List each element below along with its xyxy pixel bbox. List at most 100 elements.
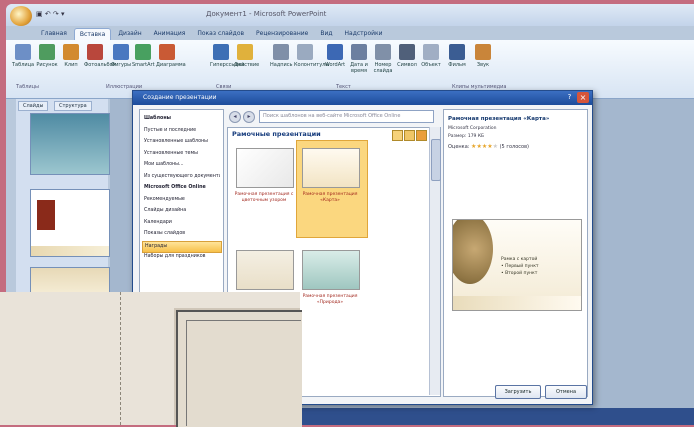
- category-item[interactable]: Слайды дизайна: [144, 206, 220, 216]
- sound-icon: [475, 44, 491, 60]
- preview-slide-text: Рамка с картой • Первый пункт • Второй п…: [501, 256, 539, 277]
- ribbon-button[interactable]: Фотоальбом: [84, 44, 116, 68]
- title-bar: ▣ ↶ ↷ ▾ Документ1 - Microsoft PowerPoint: [6, 4, 694, 26]
- ribbon-tab[interactable]: Вид: [315, 28, 337, 40]
- preview-rating: Оценка: ★★★★★ (5 голосов): [448, 143, 529, 150]
- shapes-icon: [113, 44, 129, 60]
- smartart-icon: [135, 44, 151, 60]
- category-item[interactable]: Рекомендуемые: [144, 195, 220, 205]
- ribbon-button-label: Звук: [476, 62, 490, 68]
- cancel-button[interactable]: Отмена: [545, 385, 587, 399]
- ribbon-button-label: Фильм: [448, 62, 466, 68]
- ribbon-tabs: Главная Вставка Дизайн Анимация Показ слайдо…: [36, 28, 388, 41]
- ribbon-tab[interactable]: Главная: [36, 28, 72, 40]
- ribbon-button-label: Рисунок: [36, 62, 58, 68]
- window-title: Документ1 - Microsoft PowerPoint: [206, 10, 327, 18]
- back-icon[interactable]: ◂: [229, 111, 241, 123]
- slide-thumbnail-1[interactable]: [30, 113, 110, 175]
- category-item[interactable]: Шаблоны: [144, 114, 220, 124]
- category-item[interactable]: Показы слайдов: [144, 229, 220, 239]
- ribbon-button[interactable]: WordArt: [324, 44, 346, 68]
- ribbon-button[interactable]: Колонтитулы: [294, 44, 329, 68]
- preview-source: Microsoft Corporation: [448, 126, 497, 131]
- ribbon-button-label: Надпись: [270, 62, 293, 68]
- office-button-icon[interactable]: [10, 6, 32, 26]
- datetime-icon: [351, 44, 367, 60]
- ribbon-tab[interactable]: Дизайн: [113, 28, 146, 40]
- ribbon-button[interactable]: Надпись: [270, 44, 293, 68]
- template-thumbnail[interactable]: [302, 250, 360, 290]
- category-item[interactable]: Установленные темы: [144, 149, 220, 159]
- preview-size: Размер: 179 КБ: [448, 134, 485, 139]
- ribbon-button[interactable]: Фигуры: [110, 44, 132, 68]
- download-button[interactable]: Загрузить: [495, 385, 541, 399]
- picture-icon: [39, 44, 55, 60]
- category-item[interactable]: Наборы для праздников: [144, 252, 220, 262]
- ribbon-button[interactable]: Дата и время: [348, 44, 370, 74]
- rating-stars[interactable]: ★★★★★: [471, 143, 498, 150]
- template-search-input[interactable]: Поиск шаблонов на веб-сайте Microsoft Of…: [259, 110, 434, 123]
- category-item[interactable]: Microsoft Office Online: [144, 183, 220, 193]
- template-thumbnail[interactable]: [236, 148, 294, 188]
- quick-access-toolbar[interactable]: ▣ ↶ ↷ ▾: [36, 10, 65, 18]
- symbol-icon: [399, 44, 415, 60]
- ribbon-button[interactable]: Гиперссылка: [210, 44, 245, 68]
- template-thumbnail[interactable]: [236, 250, 294, 290]
- category-item[interactable]: Награды: [142, 240, 222, 253]
- preview-slide-line: • Второй пункт: [501, 271, 538, 276]
- ribbon-button[interactable]: Номер слайда: [372, 44, 394, 74]
- forward-icon[interactable]: ▸: [243, 111, 255, 123]
- dialog-title-bar: Создание презентации ? ×: [133, 91, 592, 105]
- category-item[interactable]: Из существующего документа...: [144, 172, 220, 182]
- ribbon-tab[interactable]: Надстройки: [340, 28, 388, 40]
- category-item[interactable]: Пустые и последние: [144, 126, 220, 136]
- header-footer-icon: [297, 44, 313, 60]
- ribbon-button-label: Символ: [397, 62, 417, 68]
- preview-title: Рамочная презентация «Карта»: [448, 116, 550, 122]
- ribbon-button[interactable]: Фильм: [446, 44, 468, 68]
- ribbon-button-label: Диаграмма: [156, 62, 186, 68]
- star-icon[interactable]: ★: [493, 143, 498, 150]
- category-item[interactable]: Календари: [144, 218, 220, 228]
- tab-slides[interactable]: Слайды: [18, 101, 49, 111]
- ribbon-button[interactable]: Рисунок: [36, 44, 58, 68]
- ribbon-button[interactable]: Диаграмма: [156, 44, 186, 68]
- preview-slide-line: Рамка с картой: [501, 257, 538, 262]
- clipart-icon: [63, 44, 79, 60]
- category-item[interactable]: Установленные шаблоны: [144, 137, 220, 147]
- help-icon[interactable]: ?: [565, 93, 574, 102]
- ribbon-button-label: Клип: [64, 62, 78, 68]
- template-caption[interactable]: Рамочная презентация «Карта»: [298, 192, 362, 204]
- table-icon: [15, 44, 31, 60]
- ribbon-button[interactable]: Клип: [60, 44, 82, 68]
- rating-count: (5 голосов): [499, 144, 529, 150]
- ribbon-button[interactable]: SmartArt: [132, 44, 155, 68]
- scrollbar-thumb[interactable]: [431, 139, 441, 181]
- textbox-icon: [273, 44, 289, 60]
- close-icon[interactable]: ×: [577, 92, 589, 103]
- slide-thumbnail-2[interactable]: [30, 189, 110, 257]
- ribbon-button[interactable]: Таблица: [12, 44, 34, 68]
- template-preview-panel: Рамочная презентация «Карта» Microsoft C…: [443, 109, 588, 397]
- ribbon-tab[interactable]: Рецензирование: [251, 28, 313, 40]
- tab-outline[interactable]: Структура: [54, 101, 92, 111]
- preview-slide-line: • Первый пункт: [501, 264, 539, 269]
- ribbon-button[interactable]: Объект: [420, 44, 442, 68]
- ribbon-tab[interactable]: Анимация: [149, 28, 191, 40]
- category-item[interactable]: Мои шаблоны...: [144, 160, 220, 170]
- template-thumbnail[interactable]: [302, 148, 360, 188]
- hyperlink-icon: [213, 44, 229, 60]
- album-icon: [87, 44, 103, 60]
- ribbon-button-label: Фигуры: [110, 62, 132, 68]
- ribbon-button[interactable]: Действие: [234, 44, 259, 68]
- template-caption[interactable]: Рамочная презентация с цветочным узором: [232, 192, 296, 204]
- gallery-scrollbar[interactable]: [429, 127, 441, 395]
- template-caption[interactable]: Рамочная презентация «Природа»: [298, 294, 362, 306]
- action-icon: [237, 44, 253, 60]
- ribbon-tab[interactable]: Показ слайдов: [192, 28, 249, 40]
- ribbon-button[interactable]: Символ: [396, 44, 418, 68]
- ribbon-group-label: Таблицы: [16, 84, 39, 90]
- chart-icon: [159, 44, 175, 60]
- navigation-bar: ◂ ▸ Поиск шаблонов на веб-сайте Microsof…: [227, 109, 439, 123]
- ribbon-button[interactable]: Звук: [472, 44, 494, 68]
